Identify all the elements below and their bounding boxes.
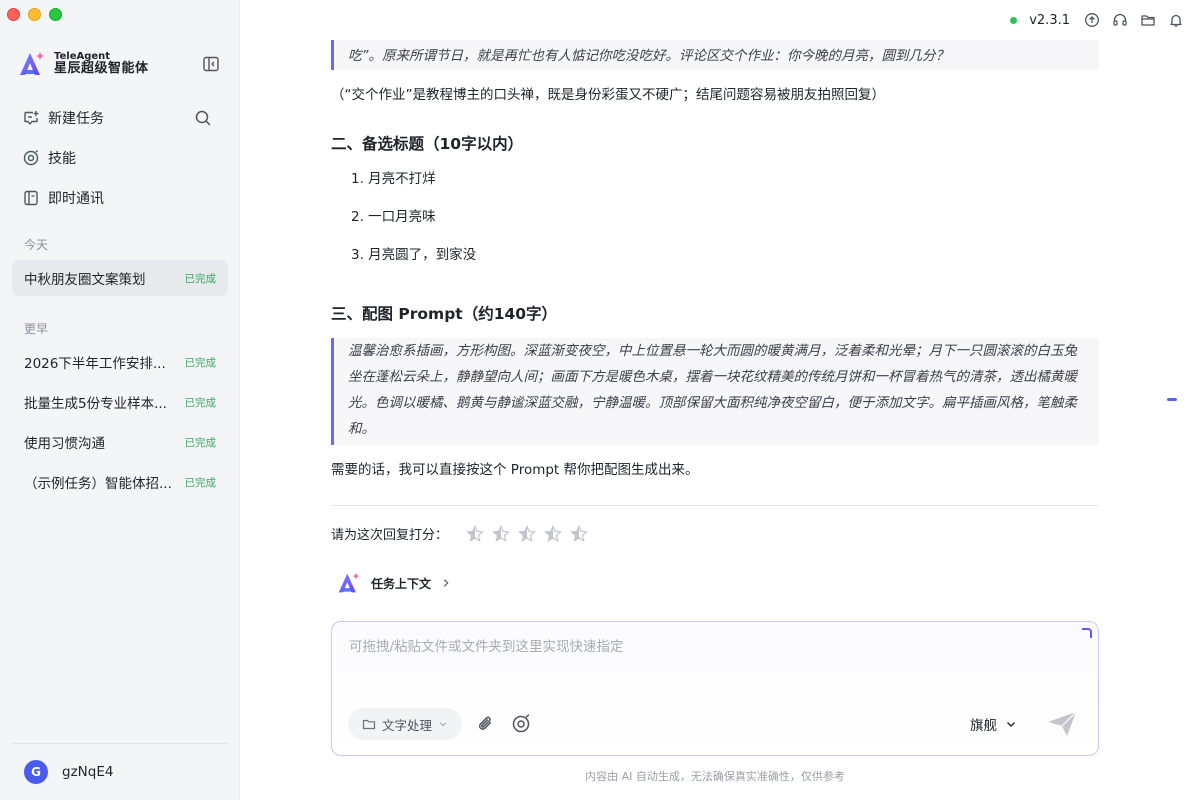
brand: TeleAgent 星辰超级智能体 bbox=[18, 50, 149, 78]
task-item[interactable]: 批量生成5份专业样本... 已完成 bbox=[12, 384, 228, 420]
folder-icon[interactable] bbox=[1140, 12, 1156, 28]
send-icon[interactable] bbox=[1046, 710, 1078, 738]
task-item[interactable]: 2026下半年工作安排... 已完成 bbox=[12, 344, 228, 380]
task-title: 批量生成5份专业样本... bbox=[24, 396, 167, 412]
user-profile[interactable]: G gzNqE4 bbox=[24, 760, 113, 784]
task-context-link[interactable]: 任务上下文 bbox=[337, 571, 1099, 595]
chevron-down-icon bbox=[1007, 722, 1015, 727]
agent-logo-icon bbox=[338, 572, 360, 593]
sidebar-collapse-icon[interactable] bbox=[202, 55, 220, 73]
star-icon[interactable] bbox=[466, 524, 484, 543]
chevron-down-icon bbox=[439, 722, 447, 727]
version-label: v2.3.1 bbox=[1029, 12, 1070, 28]
update-icon[interactable] bbox=[1084, 12, 1100, 28]
star-icon[interactable] bbox=[518, 524, 536, 543]
task-context-label: 任务上下文 bbox=[371, 576, 432, 591]
message-composer[interactable]: 可拖拽/粘贴文件或文件夹到这里实现快速指定 文字处理 旗舰 bbox=[331, 621, 1099, 756]
skills-icon[interactable] bbox=[510, 713, 532, 735]
task-title: 中秋朋友圈文案策划 bbox=[24, 272, 146, 288]
maximize-window-button[interactable] bbox=[49, 8, 62, 21]
task-status-badge: 已完成 bbox=[184, 356, 217, 369]
star-icon[interactable] bbox=[492, 524, 510, 543]
main-nav: 新建任务 技能 即时通讯 bbox=[12, 98, 228, 218]
model-selector-label: 旗舰 bbox=[970, 718, 997, 734]
top-toolbar: v2.3.1 bbox=[1010, 12, 1184, 28]
star-icon[interactable] bbox=[570, 524, 588, 543]
task-item[interactable]: （示例任务）智能体招... 已完成 bbox=[12, 464, 228, 500]
sidebar: TeleAgent 星辰超级智能体 新建任务 技能 即时通讯 今天 中秋朋友圈文… bbox=[0, 0, 240, 800]
image-prompt-block: 温馨治愈系插画，方形构图。深蓝渐变夜空，中上位置悬一轮大而圆的暖黄满月，泛着柔和… bbox=[331, 338, 1099, 445]
section-heading-titles: 二、备选标题（10字以内） bbox=[331, 135, 524, 153]
copy-note: （“交个作业”是教程博主的口头禅，既是身份彩蛋又不硬广；结尾问题容易被朋友拍照回… bbox=[331, 87, 885, 103]
star-icon[interactable] bbox=[544, 524, 562, 543]
ai-disclaimer: 内容由 AI 自动生成，无法确保真实准确性，仅供参考 bbox=[585, 770, 845, 783]
messaging-icon bbox=[24, 190, 38, 206]
nav-new-task[interactable]: 新建任务 bbox=[12, 98, 228, 138]
task-title: 使用习惯沟通 bbox=[24, 436, 105, 452]
list-item: 2. 一口月亮味 bbox=[351, 209, 436, 225]
online-status-dot bbox=[1010, 16, 1018, 24]
bell-icon[interactable] bbox=[1168, 12, 1184, 28]
rating-row: 请为这次回复打分： bbox=[331, 524, 1099, 543]
new-task-icon bbox=[24, 111, 39, 125]
composer-input-placeholder[interactable]: 可拖拽/粘贴文件或文件夹到这里实现快速指定 bbox=[349, 635, 624, 655]
tool-chip-label: 文字处理 bbox=[382, 717, 433, 733]
list-item: 1. 月亮不打烊 bbox=[351, 171, 436, 187]
scroll-position-marker[interactable] bbox=[1167, 398, 1177, 401]
brand-name-cn: 星辰超级智能体 bbox=[54, 61, 149, 77]
headset-icon[interactable] bbox=[1112, 12, 1128, 28]
username: gzNqE4 bbox=[62, 764, 114, 780]
search-icon[interactable] bbox=[194, 109, 212, 127]
task-status-badge: 已完成 bbox=[184, 272, 217, 285]
closing-text: 需要的话，我可以直接按这个 Prompt 帮你把配图生成出来。 bbox=[331, 462, 699, 478]
task-title: （示例任务）智能体招... bbox=[24, 476, 172, 492]
app-window: TeleAgent 星辰超级智能体 新建任务 技能 即时通讯 今天 中秋朋友圈文… bbox=[0, 0, 1200, 800]
window-controls bbox=[7, 8, 62, 21]
nav-skills[interactable]: 技能 bbox=[12, 138, 228, 178]
message-divider bbox=[331, 505, 1099, 506]
attachment-icon[interactable] bbox=[476, 714, 496, 734]
chat-main: v2.3.1 吃”。原来所谓节日，就是再忙也有人惦记你吃没吃好。评论区交个作业：… bbox=[241, 0, 1200, 800]
expand-composer-icon[interactable] bbox=[1082, 628, 1092, 638]
assistant-message: 吃”。原来所谓节日，就是再忙也有人惦记你吃没吃好。评论区交个作业：你今晚的月亮，… bbox=[331, 40, 1099, 595]
nav-skills-label: 技能 bbox=[48, 151, 76, 167]
section-earlier: 更早 bbox=[24, 322, 49, 336]
close-window-button[interactable] bbox=[7, 8, 20, 21]
task-status-badge: 已完成 bbox=[184, 396, 217, 409]
task-item[interactable]: 中秋朋友圈文案策划 已完成 bbox=[12, 260, 228, 296]
rating-stars bbox=[466, 524, 588, 543]
brand-logo-icon bbox=[20, 52, 44, 75]
task-status-badge: 已完成 bbox=[184, 436, 217, 449]
tool-selector-chip[interactable]: 文字处理 bbox=[348, 708, 463, 740]
task-title: 2026下半年工作安排... bbox=[24, 356, 166, 372]
rating-label: 请为这次回复打分： bbox=[331, 528, 449, 543]
folder-icon bbox=[362, 719, 376, 730]
section-today: 今天 bbox=[24, 238, 49, 252]
title-options-list: 1. 月亮不打烊 2. 一口月亮味 3. 月亮圆了，到家没 bbox=[331, 168, 1099, 282]
avatar: G bbox=[24, 760, 48, 784]
list-item: 3. 月亮圆了，到家没 bbox=[351, 247, 477, 263]
skills-icon bbox=[23, 150, 39, 166]
nav-instant-messaging[interactable]: 即时通讯 bbox=[12, 178, 228, 218]
section-heading-prompt: 三、配图 Prompt（约140字） bbox=[331, 305, 558, 323]
nav-new-task-label: 新建任务 bbox=[48, 111, 104, 127]
task-status-badge: 已完成 bbox=[184, 476, 217, 489]
nav-instant-messaging-label: 即时通讯 bbox=[48, 191, 104, 207]
minimize-window-button[interactable] bbox=[28, 8, 41, 21]
quoted-copy-tail: 吃”。原来所谓节日，就是再忙也有人惦记你吃没吃好。评论区交个作业：你今晚的月亮，… bbox=[331, 40, 1099, 70]
task-item[interactable]: 使用习惯沟通 已完成 bbox=[12, 424, 228, 460]
chevron-right-icon bbox=[443, 579, 449, 587]
sidebar-divider bbox=[12, 743, 228, 744]
model-selector[interactable]: 旗舰 bbox=[970, 714, 1017, 734]
